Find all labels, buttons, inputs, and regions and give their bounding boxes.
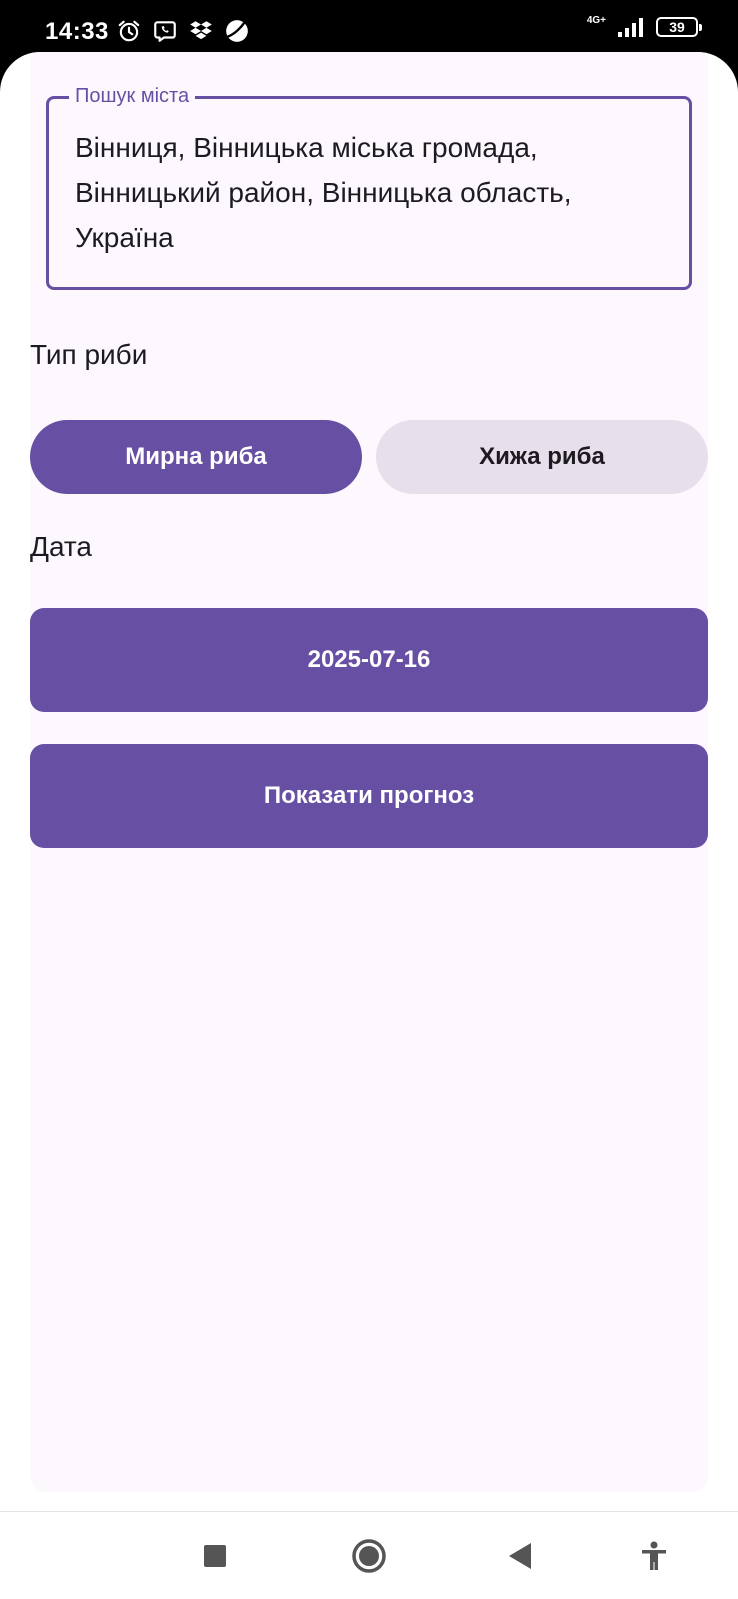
recents-icon [204,1545,226,1567]
peaceful-fish-button[interactable]: Мирна риба [30,420,362,494]
battery-level: 39 [669,19,685,35]
notification-icons [116,18,250,44]
accessibility-button[interactable] [632,1534,676,1578]
viber-icon [152,18,178,44]
battery-icon: 39 [656,17,702,37]
system-status: 4G+ 39 [586,15,702,38]
date-label: Дата [30,531,93,562]
back-icon [509,1543,531,1569]
signal-icon [618,18,643,37]
dropbox-icon [188,18,214,44]
back-button[interactable] [498,1534,542,1578]
city-search-label: Пошук міста [69,83,196,109]
fish-type-label: Тип риби [30,339,148,370]
home-icon [352,1539,386,1573]
show-forecast-button[interactable]: Показати прогноз [30,744,708,848]
alarm-icon [116,18,142,44]
network-type: 4G+ [586,15,606,26]
app-screen: Пошук міста Вінниця, Вінницька міська гр… [0,52,738,1599]
accessibility-icon [642,1541,666,1570]
home-button[interactable] [347,1534,391,1578]
app-icon [224,18,250,44]
predatory-fish-button[interactable]: Хижа риба [376,420,708,494]
city-search-input[interactable]: Пошук міста Вінниця, Вінницька міська гр… [46,83,692,290]
date-picker-button[interactable]: 2025-07-16 [30,608,708,712]
city-search-value[interactable]: Вінниця, Вінницька міська громада, Вінни… [75,125,663,260]
status-time: 14:33 [45,18,109,45]
navigation-bar [0,1512,738,1599]
recents-button[interactable] [193,1534,237,1578]
